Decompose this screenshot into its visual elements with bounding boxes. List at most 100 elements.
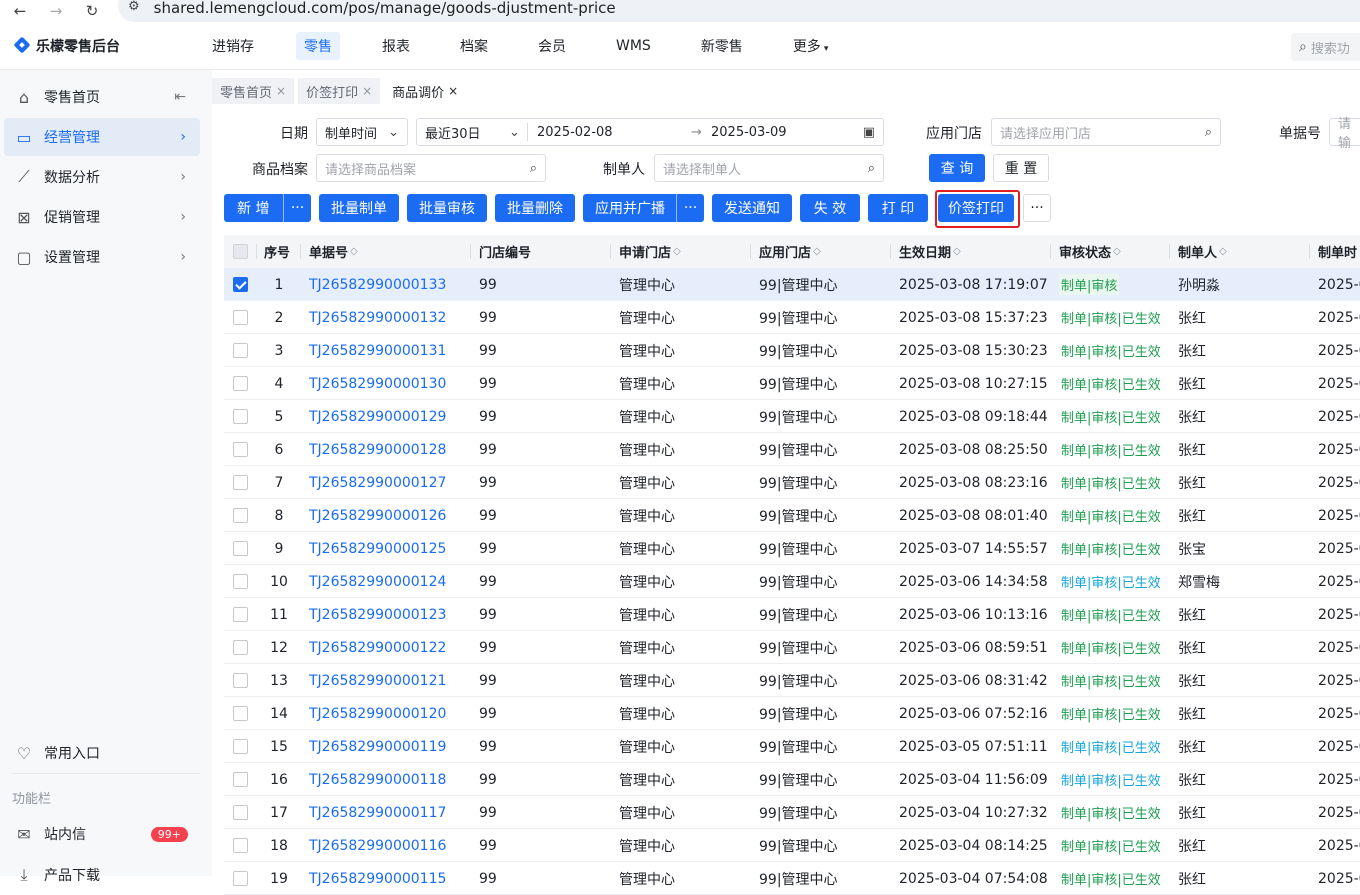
checkbox[interactable] [233, 244, 248, 259]
sort-icon[interactable]: ◇ [953, 246, 961, 257]
row-checkbox-cell[interactable] [233, 268, 248, 301]
row-checkbox[interactable] [233, 508, 248, 523]
row-checkbox-cell[interactable] [233, 796, 248, 829]
cell-doc-no-text[interactable]: TJ26582990000121 [309, 673, 446, 689]
table-row[interactable]: 3 TJ26582990000131 99 管理中心 99|管理中心 2025-03-08… [224, 334, 1360, 367]
row-checkbox-cell[interactable] [233, 334, 248, 367]
row-checkbox-cell[interactable] [233, 367, 248, 400]
calendar-icon[interactable]: ▣ [863, 125, 875, 140]
sidebar-item-data-analysis[interactable]: ⟋ 数据分析 › [4, 158, 200, 196]
cell-doc-no-text[interactable]: TJ26582990000128 [309, 442, 446, 458]
cell-doc-no-text[interactable]: TJ26582990000120 [309, 706, 446, 722]
cell-doc-no-text[interactable]: TJ26582990000126 [309, 508, 446, 524]
sidebar-item-messages[interactable]: ✉ 站内信 99+ [4, 815, 200, 853]
sort-icon[interactable]: ◇ [673, 246, 681, 257]
cell-doc-no[interactable]: TJ26582990000122 [309, 631, 446, 664]
topnav-item-2[interactable]: 报表 [374, 32, 418, 60]
table-row[interactable]: 4 TJ26582990000130 99 管理中心 99|管理中心 2025-03-08… [224, 367, 1360, 400]
table-row[interactable]: 17 TJ26582990000117 99 管理中心 99|管理中心 2025-03-0… [224, 796, 1360, 829]
cell-doc-no-text[interactable]: TJ26582990000127 [309, 475, 446, 491]
row-checkbox-cell[interactable] [233, 862, 248, 895]
row-checkbox-cell[interactable] [233, 763, 248, 796]
sort-icon[interactable]: ◇ [350, 246, 358, 257]
batch-audit-button[interactable]: 批量审核 [407, 194, 487, 222]
row-checkbox-cell[interactable] [233, 598, 248, 631]
row-checkbox[interactable] [233, 739, 248, 754]
tab-retail-home[interactable]: 零售首页 × [212, 78, 295, 104]
tab-goods-price-adjust[interactable]: 商品调价 × [384, 78, 467, 104]
cell-doc-no[interactable]: TJ26582990000130 [309, 367, 446, 400]
address-bar[interactable]: ⚙ shared.lemengcloud.com/pos/manage/good… [118, 0, 1360, 22]
topnav-item-3[interactable]: 档案 [452, 32, 496, 60]
global-search[interactable]: ⌕ 搜索功 [1291, 33, 1360, 61]
row-checkbox[interactable] [233, 838, 248, 853]
table-row[interactable]: 18 TJ26582990000116 99 管理中心 99|管理中心 2025-03-0… [224, 829, 1360, 862]
table-row[interactable]: 8 TJ26582990000126 99 管理中心 99|管理中心 2025-03-08… [224, 499, 1360, 532]
row-checkbox-cell[interactable] [233, 730, 248, 763]
site-settings-icon[interactable]: ⚙ [128, 0, 140, 14]
invalidate-button[interactable]: 失 效 [800, 194, 860, 222]
topnav-item-0[interactable]: 进销存 [204, 32, 262, 60]
forward-icon[interactable]: → [46, 2, 66, 20]
table-row[interactable]: 12 TJ26582990000122 99 管理中心 99|管理中心 2025-03-0… [224, 631, 1360, 664]
cell-doc-no[interactable]: TJ26582990000125 [309, 532, 446, 565]
row-checkbox[interactable] [233, 310, 248, 325]
cell-doc-no-text[interactable]: TJ26582990000122 [309, 640, 446, 656]
table-row[interactable]: 2 TJ26582990000132 99 管理中心 99|管理中心 2025-03-08… [224, 301, 1360, 334]
row-checkbox-cell[interactable] [233, 829, 248, 862]
sidebar-item-settings[interactable]: ▢ 设置管理 › [4, 238, 200, 276]
sort-icon[interactable]: ◇ [813, 246, 821, 257]
row-checkbox[interactable] [233, 376, 248, 391]
col-apply-store[interactable]: 申请门店 ◇ [619, 235, 681, 268]
cell-doc-no-text[interactable]: TJ26582990000125 [309, 541, 446, 557]
row-checkbox[interactable] [233, 640, 248, 655]
row-checkbox-cell[interactable] [233, 532, 248, 565]
cell-doc-no[interactable]: TJ26582990000127 [309, 466, 446, 499]
cell-doc-no[interactable]: TJ26582990000126 [309, 499, 446, 532]
row-checkbox[interactable] [233, 409, 248, 424]
date-range-picker[interactable]: 最近30日 ⌄ 2025-02-08 → 2025-03-09 ▣ [416, 118, 884, 146]
cell-doc-no-text[interactable]: TJ26582990000117 [309, 805, 446, 821]
table-row[interactable]: 16 TJ26582990000118 99 管理中心 99|管理中心 2025-03-0… [224, 763, 1360, 796]
row-checkbox-cell[interactable] [233, 433, 248, 466]
cell-doc-no[interactable]: TJ26582990000115 [309, 862, 446, 895]
cell-doc-no[interactable]: TJ26582990000119 [309, 730, 446, 763]
row-checkbox[interactable] [233, 706, 248, 721]
row-checkbox-cell[interactable] [233, 400, 248, 433]
date-start[interactable]: 2025-02-08 [537, 125, 613, 140]
cell-doc-no[interactable]: TJ26582990000131 [309, 334, 446, 367]
goods-input[interactable]: 请选择商品档案 ⌕ [316, 154, 546, 182]
table-row[interactable]: 19 TJ26582990000115 99 管理中心 99|管理中心 2025-03-0… [224, 862, 1360, 895]
row-checkbox[interactable] [233, 607, 248, 622]
table-row[interactable]: 13 TJ26582990000121 99 管理中心 99|管理中心 2025-03-0… [224, 664, 1360, 697]
cell-doc-no-text[interactable]: TJ26582990000133 [309, 277, 446, 293]
row-checkbox-cell[interactable] [233, 565, 248, 598]
cell-doc-no-text[interactable]: TJ26582990000132 [309, 310, 446, 326]
batch-delete-button[interactable]: 批量删除 [495, 194, 575, 222]
row-checkbox-cell[interactable] [233, 631, 248, 664]
table-row[interactable]: 14 TJ26582990000120 99 管理中心 99|管理中心 2025-03-0… [224, 697, 1360, 730]
table-row[interactable]: 9 TJ26582990000125 99 管理中心 99|管理中心 2025-03-07… [224, 532, 1360, 565]
store-input[interactable]: 请选择应用门店 ⌕ [991, 118, 1221, 146]
row-checkbox[interactable] [233, 475, 248, 490]
select-all-checkbox[interactable] [233, 235, 248, 268]
url-text[interactable]: shared.lemengcloud.com/pos/manage/goods-… [154, 0, 616, 17]
row-checkbox[interactable] [233, 277, 248, 292]
date-end[interactable]: 2025-03-09 [711, 125, 787, 140]
row-checkbox-cell[interactable] [233, 664, 248, 697]
cell-doc-no-text[interactable]: TJ26582990000130 [309, 376, 446, 392]
cell-doc-no[interactable]: TJ26582990000117 [309, 796, 446, 829]
cell-doc-no[interactable]: TJ26582990000128 [309, 433, 446, 466]
cell-doc-no-text[interactable]: TJ26582990000119 [309, 739, 446, 755]
table-row[interactable]: 6 TJ26582990000128 99 管理中心 99|管理中心 2025-03-08… [224, 433, 1360, 466]
table-row[interactable]: 11 TJ26582990000123 99 管理中心 99|管理中心 2025-03-0… [224, 598, 1360, 631]
cell-doc-no[interactable]: TJ26582990000132 [309, 301, 446, 334]
query-button[interactable]: 查 询 [929, 154, 985, 182]
row-checkbox[interactable] [233, 871, 248, 886]
cell-doc-no-text[interactable]: TJ26582990000116 [309, 838, 446, 854]
close-icon[interactable]: × [448, 84, 458, 98]
cell-doc-no-text[interactable]: TJ26582990000124 [309, 574, 446, 590]
cell-doc-no[interactable]: TJ26582990000124 [309, 565, 446, 598]
col-effective-date[interactable]: 生效日期 ◇ [899, 235, 961, 268]
row-checkbox-cell[interactable] [233, 466, 248, 499]
